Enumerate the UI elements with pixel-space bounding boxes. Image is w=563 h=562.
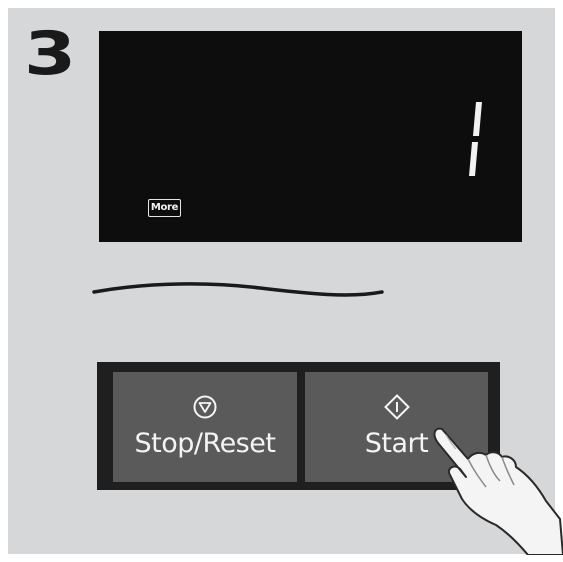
start-icon [383,394,410,420]
stop-icon [193,395,217,419]
stop-reset-label: Stop/Reset [134,428,276,459]
pressing-hand-illustration [433,427,563,555]
wavy-divider [92,282,384,297]
stop-reset-button[interactable]: Stop/Reset [113,372,297,482]
display-readout-digit [469,102,482,176]
step-number: 3 [24,19,77,89]
more-button[interactable]: More [148,199,181,217]
